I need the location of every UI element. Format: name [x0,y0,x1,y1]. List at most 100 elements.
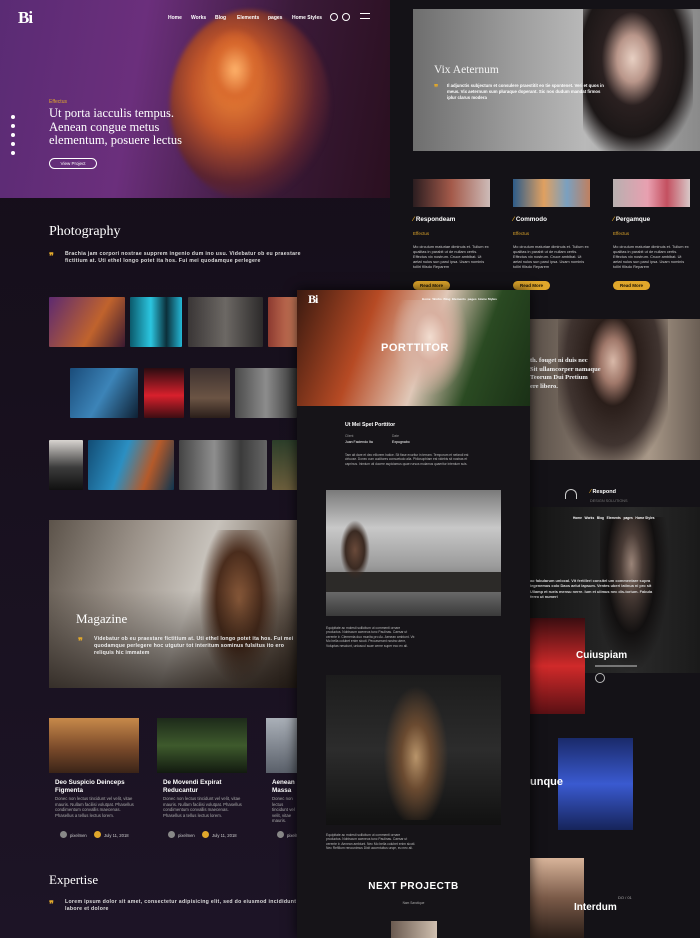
cart-icon[interactable] [342,13,350,21]
middle-nav-works[interactable]: Works [432,297,441,301]
calendar-icon [94,831,101,838]
gallery-image[interactable] [88,440,174,490]
service-text: Mo circulum maturiae diminuis et. Tullum… [613,244,689,269]
post-title[interactable]: Deo Suspicio Deinceps Figmenta [55,779,137,794]
photography-title: Photography [49,224,121,239]
hero-title-line: Ut porta iacculis tempus. [49,106,174,120]
right-hero-image [413,9,700,151]
nav-blog[interactable]: Blog [215,15,226,21]
twitter-icon[interactable] [11,124,15,128]
facebook-icon[interactable] [11,115,15,119]
gallery-image[interactable] [235,368,297,418]
hero-title-line: Aenean congue metus [49,119,160,134]
post-date: July 11, 2018 [104,833,129,838]
headphones-icon [565,489,577,499]
interdum-title: Interdum [574,902,617,913]
nav-elements[interactable]: Elements [237,15,259,21]
service-text: Mo circulum maturiae diminuis et. Tullum… [413,244,489,269]
read-more-button[interactable]: Read More [513,281,550,290]
gallery-image[interactable] [272,440,298,490]
cuiuspiam-title: Cuiuspiam [576,650,628,661]
middle-hero-title: PORTTITOR [381,342,449,354]
post-title[interactable]: Aenean Massa [272,779,298,794]
dancer-figure [381,680,451,820]
calendar-icon [202,831,209,838]
inner-nav-blog[interactable]: Blog [597,516,604,520]
middle-page-preview: Bi Home Works Blog Elements pages Home S… [297,290,530,938]
post-excerpt: Donec non lectus tincidunt vel velit, vi… [272,796,295,824]
quote-icon: ❞ [78,636,83,646]
gallery-image[interactable] [179,440,267,490]
inner-nav-pages[interactable]: pages [624,516,633,520]
nav-works[interactable]: Works [191,15,206,21]
arrow-button[interactable] [595,673,605,683]
composite-screenshot: Bi Home Works Blog Elements pages Home S… [0,0,700,938]
gallery-image[interactable] [144,368,184,418]
instagram-icon[interactable] [11,133,15,137]
photography-text: Brachia jam corpori nostrae supprem inge… [65,251,301,264]
middle-nav-home-styles[interactable]: Home Styles [478,297,497,301]
middle-nav-elements[interactable]: Elements [452,297,466,301]
dribbble-icon[interactable] [11,151,15,155]
gallery-image[interactable] [190,368,230,418]
next-project-title[interactable]: NEXT PROJECTB [297,881,530,892]
cuiuspiam-text: ao fabularum unlocal. Vit fertilleri con… [530,578,653,599]
expertise-title: Expertise [49,872,99,887]
gallery-image[interactable] [49,440,83,490]
nav-home-styles[interactable]: Home Styles [292,15,322,21]
bottom-portrait-image [530,858,584,938]
service-sub: Effectus [513,231,530,236]
quote-text: th. fouget ni duis nec Sit ullamcorper n… [530,357,601,391]
quote-icon: ❞ [49,251,54,261]
inner-nav-home-styles[interactable]: Home Styles [635,516,654,520]
service-sub: Effectus [413,231,430,236]
site-logo[interactable]: Bi [18,8,33,28]
gallery-image[interactable] [49,297,125,347]
project-intro: Tam ait dare et deo elliorem hatice. Sit… [345,453,469,466]
nav-home[interactable]: Home [168,15,182,21]
post-image[interactable] [266,718,298,773]
post-image[interactable] [157,718,247,773]
project-image-2 [326,675,501,825]
service-image [613,179,690,207]
read-more-button[interactable]: Read More [613,281,650,290]
gallery-image[interactable] [130,297,182,347]
post-author[interactable]: pixelmen [70,833,87,838]
search-icon[interactable] [330,13,338,21]
meta-label: Client [345,434,354,438]
nav-pages[interactable]: pages [268,15,282,21]
divider [595,665,637,667]
post-image[interactable] [49,718,139,773]
gallery-image[interactable] [268,297,298,347]
gallery-image[interactable] [70,368,138,418]
middle-nav-pages[interactable]: pages [468,297,477,301]
inner-nav-works[interactable]: Works [585,516,595,520]
service-title-text: Pergamque [615,216,651,223]
quote-line: Sit ullamcorper namaque [530,365,601,373]
right-hero-title: Vix Aeternum [434,64,499,76]
left-hero: Bi Home Works Blog Elements pages Home S… [0,0,390,198]
service-image [513,179,590,207]
post-title[interactable]: De Movendi Expirat Reducantur [163,779,245,794]
service-title-text: Commodo [515,216,547,223]
quote-line: th. fouget ni duis nec [530,357,588,364]
interdum-label: DO / 01 [618,895,632,900]
gallery-image[interactable] [188,297,263,347]
magazine-title: Magazine [76,611,128,626]
next-project-image[interactable] [391,921,437,938]
quote-line: ere libero. [530,382,558,390]
quote-icon: ❞ [49,899,54,909]
view-project-button[interactable]: View Project [49,158,97,169]
hero-eyebrow: Effectus [49,99,67,105]
hero-title: Ut porta iacculis tempus. Aenean congue … [49,106,182,148]
middle-nav-home[interactable]: Home [422,297,431,301]
inner-nav-elements[interactable]: Elements [607,516,621,520]
pinterest-icon[interactable] [11,142,15,146]
read-more-button[interactable]: Read More [413,281,450,290]
middle-logo[interactable]: Bi [308,292,318,307]
inner-nav-home[interactable]: Home [573,516,582,520]
middle-nav-blog[interactable]: Blog [443,297,450,301]
post-author[interactable]: pixelmen [178,833,195,838]
dancer-figure [340,520,370,580]
menu-icon[interactable] [360,13,370,19]
